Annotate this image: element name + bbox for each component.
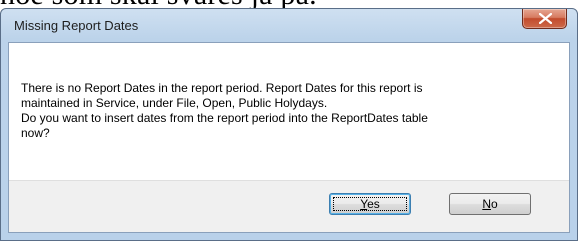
message-dialog: Missing Report Dates There is no Report … bbox=[0, 8, 578, 241]
yes-button[interactable]: Yes bbox=[329, 193, 411, 215]
no-accelerator: N bbox=[482, 197, 491, 211]
no-label-rest: o bbox=[490, 197, 498, 211]
dialog-title: Missing Report Dates bbox=[14, 18, 139, 33]
dialog-content: There is no Report Dates in the report p… bbox=[8, 42, 570, 233]
no-button[interactable]: No bbox=[449, 193, 531, 215]
button-bar: Yes No bbox=[9, 180, 569, 232]
title-bar[interactable]: Missing Report Dates bbox=[1, 9, 577, 42]
close-button[interactable] bbox=[522, 9, 567, 29]
dialog-message: There is no Report Dates in the report p… bbox=[21, 81, 428, 140]
yes-label-rest: es bbox=[367, 197, 380, 211]
close-icon bbox=[539, 13, 552, 24]
